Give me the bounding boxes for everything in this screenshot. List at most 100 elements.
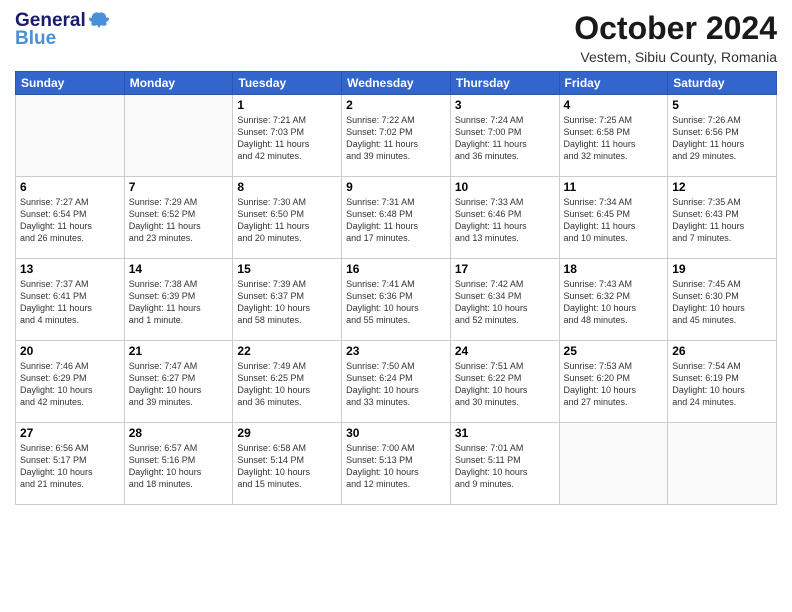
day-number: 12 — [672, 180, 772, 194]
day-number: 6 — [20, 180, 120, 194]
location: Vestem, Sibiu County, Romania — [574, 49, 777, 65]
day-info: Sunrise: 7:42 AMSunset: 6:34 PMDaylight:… — [455, 278, 555, 327]
day-number: 9 — [346, 180, 446, 194]
table-row: 19 Sunrise: 7:45 AMSunset: 6:30 PMDayligh… — [668, 259, 777, 341]
day-info: Sunrise: 6:56 AMSunset: 5:17 PMDaylight:… — [20, 442, 120, 491]
day-number: 20 — [20, 344, 120, 358]
day-info: Sunrise: 7:43 AMSunset: 6:32 PMDaylight:… — [564, 278, 664, 327]
table-row: 11Sunrise: 7:34 AMSunset: 6:45 PMDayligh… — [559, 177, 668, 259]
table-row: 13 Sunrise: 7:37 AMSunset: 6:41 PMDayligh… — [16, 259, 125, 341]
logo: General Blue — [15, 10, 110, 50]
header-tuesday: Tuesday — [233, 72, 342, 95]
day-info: Sunrise: 7:53 AMSunset: 6:20 PMDaylight:… — [564, 360, 664, 409]
day-info: Sunrise: 6:58 AMSunset: 5:14 PMDaylight:… — [237, 442, 337, 491]
header-saturday: Saturday — [668, 72, 777, 95]
day-info: Sunrise: 7:47 AMSunset: 6:27 PMDaylight:… — [129, 360, 229, 409]
day-info: Sunrise: 7:29 AMSunset: 6:52 PMDaylight:… — [129, 196, 229, 245]
table-row: 8Sunrise: 7:30 AMSunset: 6:50 PMDaylight… — [233, 177, 342, 259]
day-info: Sunrise: 7:25 AMSunset: 6:58 PMDaylight:… — [564, 114, 664, 163]
calendar-week-row: 20 Sunrise: 7:46 AMSunset: 6:29 PMDayligh… — [16, 341, 777, 423]
day-number: 28 — [129, 426, 229, 440]
table-row: 4 Sunrise: 7:25 AMSunset: 6:58 PMDaylight… — [559, 95, 668, 177]
day-info: Sunrise: 7:38 AMSunset: 6:39 PMDaylight:… — [129, 278, 229, 327]
header-thursday: Thursday — [450, 72, 559, 95]
table-row: 28 Sunrise: 6:57 AMSunset: 5:16 PMDayligh… — [124, 423, 233, 505]
day-info: Sunrise: 7:01 AMSunset: 5:11 PMDaylight:… — [455, 442, 555, 491]
day-info: Sunrise: 7:49 AMSunset: 6:25 PMDaylight:… — [237, 360, 337, 409]
day-info: Sunrise: 7:24 AMSunset: 7:00 PMDaylight:… — [455, 114, 555, 163]
logo-bird-icon — [88, 10, 110, 32]
table-row: 23 Sunrise: 7:50 AMSunset: 6:24 PMDayligh… — [342, 341, 451, 423]
table-row: 17 Sunrise: 7:42 AMSunset: 6:34 PMDayligh… — [450, 259, 559, 341]
day-number: 5 — [672, 98, 772, 112]
day-info: Sunrise: 7:41 AMSunset: 6:36 PMDaylight:… — [346, 278, 446, 327]
day-info: Sunrise: 7:54 AMSunset: 6:19 PMDaylight:… — [672, 360, 772, 409]
table-row: 5 Sunrise: 7:26 AMSunset: 6:56 PMDaylight… — [668, 95, 777, 177]
day-number: 1 — [237, 98, 337, 112]
day-number: 18 — [564, 262, 664, 276]
title-section: October 2024 Vestem, Sibiu County, Roman… — [574, 10, 777, 65]
table-row: 15Sunrise: 7:39 AMSunset: 6:37 PMDayligh… — [233, 259, 342, 341]
day-number: 13 — [20, 262, 120, 276]
day-number: 4 — [564, 98, 664, 112]
table-row: 30Sunrise: 7:00 AMSunset: 5:13 PMDayligh… — [342, 423, 451, 505]
table-row: 31 Sunrise: 7:01 AMSunset: 5:11 PMDayligh… — [450, 423, 559, 505]
day-number: 27 — [20, 426, 120, 440]
day-number: 21 — [129, 344, 229, 358]
day-number: 22 — [237, 344, 337, 358]
day-number: 23 — [346, 344, 446, 358]
table-row: 18 Sunrise: 7:43 AMSunset: 6:32 PMDayligh… — [559, 259, 668, 341]
header: General Blue October 2024 Vestem, Sibiu … — [15, 10, 777, 65]
day-number: 7 — [129, 180, 229, 194]
day-number: 24 — [455, 344, 555, 358]
table-row: 22 Sunrise: 7:49 AMSunset: 6:25 PMDayligh… — [233, 341, 342, 423]
day-number: 11 — [564, 180, 664, 194]
table-row: 7 Sunrise: 7:29 AMSunset: 6:52 PMDaylight… — [124, 177, 233, 259]
table-row: 21 Sunrise: 7:47 AMSunset: 6:27 PMDayligh… — [124, 341, 233, 423]
weekday-header-row: Sunday Monday Tuesday Wednesday Thursday… — [16, 72, 777, 95]
table-row: 1Sunrise: 7:21 AMSunset: 7:03 PMDaylight… — [233, 95, 342, 177]
header-wednesday: Wednesday — [342, 72, 451, 95]
day-number: 2 — [346, 98, 446, 112]
table-row: 24 Sunrise: 7:51 AMSunset: 6:22 PMDayligh… — [450, 341, 559, 423]
table-row — [668, 423, 777, 505]
day-info: Sunrise: 7:22 AMSunset: 7:02 PMDaylight:… — [346, 114, 446, 163]
header-sunday: Sunday — [16, 72, 125, 95]
header-monday: Monday — [124, 72, 233, 95]
day-info: Sunrise: 7:26 AMSunset: 6:56 PMDaylight:… — [672, 114, 772, 163]
day-number: 31 — [455, 426, 555, 440]
table-row: 3Sunrise: 7:24 AMSunset: 7:00 PMDaylight… — [450, 95, 559, 177]
day-info: Sunrise: 7:35 AMSunset: 6:43 PMDaylight:… — [672, 196, 772, 245]
day-info: Sunrise: 7:33 AMSunset: 6:46 PMDaylight:… — [455, 196, 555, 245]
calendar-week-row: 6Sunrise: 7:27 AMSunset: 6:54 PMDaylight… — [16, 177, 777, 259]
calendar: Sunday Monday Tuesday Wednesday Thursday… — [15, 71, 777, 505]
day-info: Sunrise: 7:31 AMSunset: 6:48 PMDaylight:… — [346, 196, 446, 245]
table-row — [16, 95, 125, 177]
table-row: 29Sunrise: 6:58 AMSunset: 5:14 PMDayligh… — [233, 423, 342, 505]
table-row: 6Sunrise: 7:27 AMSunset: 6:54 PMDaylight… — [16, 177, 125, 259]
day-number: 26 — [672, 344, 772, 358]
table-row: 14Sunrise: 7:38 AMSunset: 6:39 PMDayligh… — [124, 259, 233, 341]
day-info: Sunrise: 6:57 AMSunset: 5:16 PMDaylight:… — [129, 442, 229, 491]
table-row: 27 Sunrise: 6:56 AMSunset: 5:17 PMDayligh… — [16, 423, 125, 505]
day-number: 17 — [455, 262, 555, 276]
calendar-week-row: 27 Sunrise: 6:56 AMSunset: 5:17 PMDayligh… — [16, 423, 777, 505]
table-row: 16Sunrise: 7:41 AMSunset: 6:36 PMDayligh… — [342, 259, 451, 341]
day-number: 19 — [672, 262, 772, 276]
calendar-week-row: 1Sunrise: 7:21 AMSunset: 7:03 PMDaylight… — [16, 95, 777, 177]
table-row: 20 Sunrise: 7:46 AMSunset: 6:29 PMDayligh… — [16, 341, 125, 423]
day-number: 15 — [237, 262, 337, 276]
header-friday: Friday — [559, 72, 668, 95]
day-info: Sunrise: 7:51 AMSunset: 6:22 PMDaylight:… — [455, 360, 555, 409]
day-info: Sunrise: 7:45 AMSunset: 6:30 PMDaylight:… — [672, 278, 772, 327]
table-row — [559, 423, 668, 505]
day-number: 10 — [455, 180, 555, 194]
table-row: 2 Sunrise: 7:22 AMSunset: 7:02 PMDaylight… — [342, 95, 451, 177]
logo-blue: Blue — [15, 28, 56, 50]
day-info: Sunrise: 7:37 AMSunset: 6:41 PMDaylight:… — [20, 278, 120, 327]
table-row: 9 Sunrise: 7:31 AMSunset: 6:48 PMDaylight… — [342, 177, 451, 259]
day-info: Sunrise: 7:46 AMSunset: 6:29 PMDaylight:… — [20, 360, 120, 409]
table-row: 25Sunrise: 7:53 AMSunset: 6:20 PMDayligh… — [559, 341, 668, 423]
day-info: Sunrise: 7:00 AMSunset: 5:13 PMDaylight:… — [346, 442, 446, 491]
day-info: Sunrise: 7:50 AMSunset: 6:24 PMDaylight:… — [346, 360, 446, 409]
